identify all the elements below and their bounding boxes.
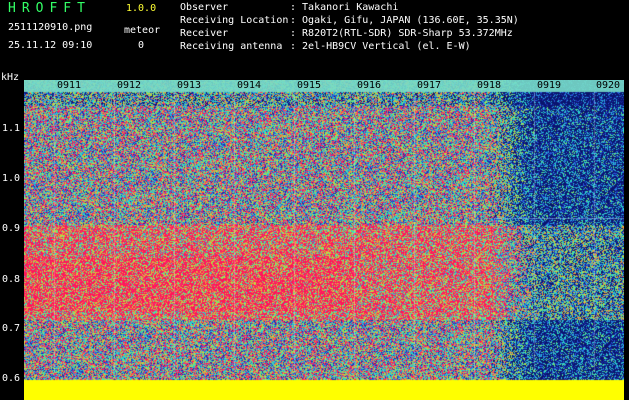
y-tick-label: 0.8 <box>2 274 21 285</box>
location-value: : Ogaki, Gifu, JAPAN (136.60E, 35.35N) <box>290 15 519 26</box>
x-tick-label: 0914 <box>237 80 262 91</box>
receiver-value: : R820T2(RTL-SDR) SDR-Sharp 53.372MHz <box>290 28 513 39</box>
x-axis-labels: 0911 0912 0913 0914 0915 0916 0917 0918 … <box>24 80 624 94</box>
date-time: 25.11.12 09:10 <box>8 40 93 51</box>
y-tick-label: 0.9 <box>2 223 21 234</box>
x-tick-label: 0916 <box>357 80 382 91</box>
header-panel: HROFFT 1.0.0 2511120910.png meteor 25.11… <box>0 0 629 74</box>
x-tick-label: 0913 <box>177 80 202 91</box>
antenna-label: Receiving antenna <box>180 41 283 52</box>
y-axis: 1.1 1.0 0.9 0.8 0.7 0.6 <box>0 80 24 400</box>
y-tick-label: 0.7 <box>2 323 21 334</box>
y-tick-label: 1.0 <box>2 173 21 184</box>
meteor-count: 0 <box>138 40 145 51</box>
observer-label: Observer <box>180 2 229 13</box>
x-tick-label: 0918 <box>477 80 502 91</box>
location-label: Receiving Location <box>180 15 289 26</box>
x-tick-label: 0917 <box>417 80 442 91</box>
x-tick-label: 0919 <box>537 80 562 91</box>
antenna-value: : 2el-HB9CV Vertical (el. E-W) <box>290 41 471 52</box>
y-tick-label: 1.1 <box>2 123 21 134</box>
mode-label: meteor <box>124 25 161 36</box>
file-name: 2511120910.png <box>8 22 93 33</box>
spectrogram-canvas <box>24 80 624 400</box>
x-tick-label: 0912 <box>117 80 142 91</box>
x-tick-label: 0915 <box>297 80 322 91</box>
app-title: HROFFT <box>8 1 91 16</box>
x-tick-label: 0920 <box>596 80 621 91</box>
app-version: 1.0.0 <box>126 3 157 14</box>
receiver-label: Receiver <box>180 28 229 39</box>
x-tick-label: 0911 <box>57 80 82 91</box>
y-tick-label: 0.6 <box>2 373 21 384</box>
observer-value: : Takanori Kawachi <box>290 2 399 13</box>
